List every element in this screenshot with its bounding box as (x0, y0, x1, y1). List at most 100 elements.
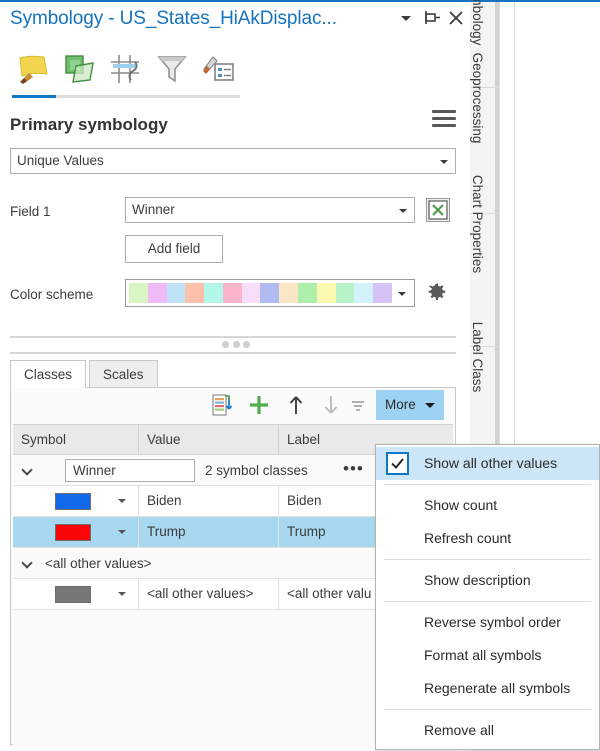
menu-item-label: Show description (424, 572, 531, 588)
chevron-down-icon[interactable] (118, 530, 126, 534)
tab-symbology[interactable] (12, 48, 56, 88)
checkmark-icon (391, 458, 404, 469)
menu-item-label: Regenerate all symbols (424, 680, 571, 696)
more-button-label: More (385, 397, 416, 412)
symbol-swatch[interactable] (55, 586, 91, 603)
color-ramp-swatch (279, 283, 299, 303)
color-ramp-swatch (129, 283, 148, 303)
tab-underline-track (12, 95, 240, 98)
pane-splitter[interactable] (10, 334, 456, 356)
tab-scales[interactable]: Scales (89, 360, 158, 388)
tab-classes[interactable]: Classes (10, 360, 87, 388)
value-cell[interactable]: Biden (138, 486, 278, 516)
splitter-dot (243, 341, 250, 348)
checkbox[interactable] (386, 452, 409, 475)
menu-item-label: Show count (424, 497, 498, 513)
primary-symbology-heading: Primary symbology (10, 115, 168, 134)
rail-tab-accent (495, 347, 499, 449)
menu-item[interactable]: Format all symbols (376, 639, 599, 672)
more-button[interactable]: More (376, 390, 444, 420)
sidebar-item-label: Label Class (469, 321, 485, 393)
color-ramp-swatch (335, 283, 355, 303)
sidebar-item-label: Symbology (469, 0, 485, 46)
auto-hide-pin-button[interactable] (421, 8, 441, 28)
move-down-button[interactable] (318, 392, 344, 418)
field1-value: Winner (132, 202, 175, 217)
close-pane-button[interactable] (446, 8, 466, 28)
tab-label-symbol[interactable] (196, 48, 240, 88)
color-ramp-swatch (204, 283, 223, 303)
menu-separator (384, 709, 591, 710)
tab-classes-label: Classes (24, 367, 73, 382)
menu-item[interactable]: Show description (376, 564, 599, 597)
symbol-cell[interactable] (13, 579, 138, 609)
group-options-button[interactable]: ••• (343, 455, 364, 483)
hamburger-icon-bar (432, 117, 456, 120)
symbol-class-count: 2 symbol classes (205, 463, 308, 478)
color-ramp-preview (129, 283, 392, 303)
color-scheme-select[interactable] (125, 279, 415, 307)
move-up-button[interactable] (283, 392, 309, 418)
color-ramp-swatch (298, 283, 317, 303)
menu-separator (384, 601, 591, 602)
gallery-brush-icon (19, 55, 48, 84)
color-ramp-swatch (260, 283, 280, 303)
field1-select[interactable]: Winner (125, 197, 415, 223)
tab-vary-symbology-by-attribute[interactable] (58, 48, 102, 88)
import-symbology-button[interactable] (209, 392, 235, 418)
pane-overflow-menu-button[interactable] (432, 110, 456, 128)
chevron-down-icon[interactable] (118, 592, 126, 596)
splitter-line (10, 352, 456, 354)
menu-item[interactable]: Refresh count (376, 522, 599, 555)
group-field-input[interactable]: Winner (65, 459, 195, 482)
chevron-down-icon[interactable] (23, 466, 32, 475)
classes-toolbar: More (11, 388, 455, 422)
menu-item[interactable]: Show count (376, 489, 599, 522)
expression-builder-button[interactable] (426, 198, 450, 222)
add-class-button[interactable] (246, 392, 272, 418)
chevron-down-icon[interactable] (23, 559, 32, 568)
pane-menu-button[interactable] (396, 8, 416, 28)
add-field-button[interactable]: Add field (125, 235, 223, 263)
menu-item[interactable]: Remove all (376, 714, 599, 747)
expression-builder-icon (428, 200, 448, 220)
close-icon (449, 11, 463, 25)
add-field-label: Add field (147, 241, 201, 256)
column-header-value: Value (138, 425, 278, 454)
menu-item[interactable]: Reverse symbol order (376, 606, 599, 639)
sort-icon (352, 401, 364, 411)
color-ramp-swatch (316, 283, 336, 303)
symbol-cell[interactable] (13, 486, 138, 516)
field1-label: Field 1 (10, 204, 51, 219)
chevron-down-icon[interactable] (118, 499, 126, 503)
tab-scales-label: Scales (103, 367, 144, 382)
symbol-cell[interactable] (13, 517, 138, 547)
tab-symbol-layer-drawing[interactable] (150, 48, 194, 88)
splitter-dot (222, 341, 229, 348)
symbology-icon-tabbar (0, 44, 470, 127)
symbol-swatch[interactable] (55, 524, 91, 541)
primary-symbology-type-select[interactable]: Unique Values (10, 148, 456, 174)
group-header-label: <all other values> (45, 556, 152, 571)
chevron-down-icon (398, 292, 406, 296)
splitter-dot (232, 341, 240, 348)
symbol-swatch[interactable] (55, 493, 91, 510)
menu-item[interactable]: Show all other values (376, 447, 599, 480)
layers-icon (65, 55, 94, 83)
menu-item-label: Show all other values (424, 455, 558, 471)
value-cell[interactable]: Trump (138, 517, 278, 547)
menu-separator (384, 484, 591, 485)
color-scheme-options-button[interactable] (426, 282, 448, 304)
page-title: Symbology - US_States_HiAkDisplac... (10, 8, 337, 29)
menu-item[interactable]: Regenerate all symbols (376, 672, 599, 705)
hamburger-icon-bar (432, 110, 456, 113)
chevron-down-icon (425, 403, 435, 408)
sidebar-item-label-class[interactable]: Label Class (470, 322, 500, 450)
value-cell[interactable]: <all other values> (138, 579, 278, 609)
color-ramp-swatch (185, 283, 205, 303)
column-header-symbol: Symbol (21, 432, 67, 447)
sort-button[interactable] (347, 392, 369, 418)
color-ramp-swatch (241, 283, 261, 303)
classes-tabstrip: Classes Scales (10, 360, 456, 388)
tab-advanced-symbol-options[interactable] (104, 48, 148, 88)
